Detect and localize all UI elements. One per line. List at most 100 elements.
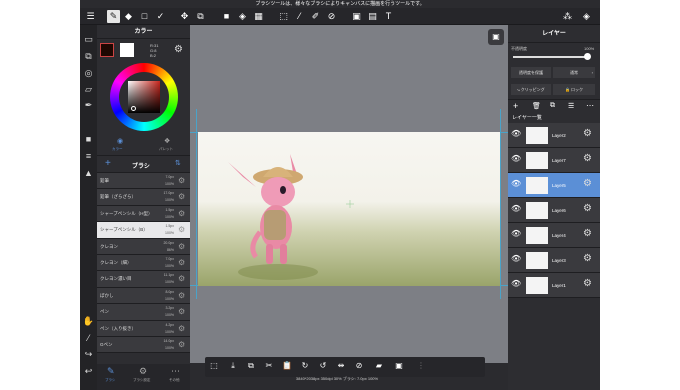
layer-row[interactable]: 👁 Layer6 ⚙ <box>508 198 600 223</box>
blend-mode-select[interactable]: 通常 › <box>553 67 595 78</box>
brush-tool-icon[interactable]: ✎ <box>107 10 120 23</box>
opacity-slider-track[interactable] <box>513 56 589 58</box>
brush-item[interactable]: 鉛筆 7.0px 100% ⚙ <box>97 173 190 190</box>
clipping-button[interactable]: ⤷ クリッピング <box>511 84 551 95</box>
layer-settings-gear-icon[interactable]: ⚙ <box>583 228 592 239</box>
visibility-eye-icon[interactable]: 👁 <box>511 254 521 263</box>
foreground-color-swatch[interactable] <box>100 43 114 57</box>
layer-panel-icon[interactable]: ▭ <box>82 33 95 46</box>
eraser-tool-icon[interactable]: ◆ <box>122 10 135 23</box>
tab-palette[interactable]: パレット <box>159 147 173 152</box>
pen-pressure-icon[interactable]: ✒ <box>82 99 95 112</box>
tab-color[interactable]: カラー <box>112 147 123 152</box>
layer-settings-gear-icon[interactable]: ⚙ <box>583 253 592 264</box>
visibility-eye-icon[interactable]: 👁 <box>511 154 521 163</box>
hand-tool-icon[interactable]: ✋ <box>82 315 95 328</box>
brush-item[interactable]: ぼかし 8.0px 100% ⚙ <box>97 287 190 305</box>
visibility-eye-icon[interactable]: 👁 <box>511 179 521 188</box>
tab-brush[interactable]: ブラシ <box>105 378 115 383</box>
gradient-tool-icon[interactable]: ▦ <box>252 10 265 23</box>
layer-row[interactable]: 👁 Layer7 ⚙ <box>508 148 600 173</box>
layer-settings-gear-icon[interactable]: ⚙ <box>583 128 592 139</box>
import-icon[interactable]: ⤓ <box>227 360 239 372</box>
brush-item[interactable]: クレヨン（細） 7.0px 100% ⚙ <box>97 254 190 272</box>
brush-gear-icon[interactable]: ⚙ <box>178 258 185 267</box>
brush-settings-tab-icon[interactable]: ⚙ <box>139 366 147 377</box>
layer-settings-gear-icon[interactable]: ⚙ <box>583 278 592 289</box>
brush-item[interactable]: 鉛筆（ざらざら） 17.0px 100% ⚙ <box>97 189 190 206</box>
brush-gear-icon[interactable]: ⚙ <box>178 242 185 251</box>
layer-list-icon[interactable]: ☰ <box>568 102 574 110</box>
color-panel-icon[interactable]: ■ <box>82 133 95 146</box>
flip-icon[interactable]: ⇹ <box>335 360 347 372</box>
select-rect-icon[interactable]: □ <box>138 10 151 23</box>
brush-gear-icon[interactable]: ⚙ <box>178 324 185 333</box>
rotate-left-icon[interactable]: ↺ <box>317 360 329 372</box>
color-wheel-tab-icon[interactable]: ◉ <box>117 137 123 145</box>
layer-settings-gear-icon[interactable]: ⚙ <box>583 153 592 164</box>
visibility-eye-icon[interactable]: 👁 <box>511 279 521 288</box>
tab-other[interactable]: その他 <box>169 378 180 383</box>
add-layer-icon[interactable]: + <box>513 101 518 111</box>
brush-item[interactable]: クレヨン濃い目 11.1px 100% ⚙ <box>97 271 190 288</box>
frame-icon[interactable]: ▣ <box>350 10 363 23</box>
save-icon[interactable]: ▣ <box>393 360 405 372</box>
brush-gear-icon[interactable]: ⚙ <box>178 291 185 300</box>
layer-row[interactable]: 👁 Layer3 ⚙ <box>508 248 600 273</box>
material-icon[interactable]: ▤ <box>366 10 379 23</box>
layer-settings-gear-icon[interactable]: ⚙ <box>583 203 592 214</box>
cut-icon[interactable]: ✂ <box>263 360 275 372</box>
brush-gear-icon[interactable]: ⚙ <box>178 176 185 185</box>
brush-gear-icon[interactable]: ⚙ <box>178 225 185 234</box>
navigator-window-icon[interactable]: ▣ <box>488 29 504 45</box>
brush-item[interactable]: クレヨン 20.0px 86% ⚙ <box>97 238 190 255</box>
lasso-fill-icon[interactable]: ⊘ <box>325 10 338 23</box>
layers-toggle-icon[interactable]: ◈ <box>580 10 593 23</box>
opacity-slider-handle[interactable] <box>584 53 591 60</box>
palette-icon[interactable]: ▲ <box>82 167 95 180</box>
material-library-icon[interactable]: ⁂ <box>561 10 574 23</box>
brush-panel-icon[interactable]: ≡ <box>82 150 95 163</box>
ruler-icon[interactable]: ▱ <box>82 83 95 96</box>
pen-select-icon[interactable]: ✐ <box>309 10 322 23</box>
brush-gear-icon[interactable]: ⚙ <box>178 209 185 218</box>
select-tool-icon[interactable]: ⬚ <box>277 10 290 23</box>
menu-icon[interactable]: ☰ <box>84 10 97 23</box>
visibility-eye-icon[interactable]: 👁 <box>511 229 521 238</box>
redo-icon[interactable]: ↪ <box>82 348 95 361</box>
brush-gear-icon[interactable]: ⚙ <box>178 307 185 316</box>
undo-icon[interactable]: ↩ <box>82 365 95 378</box>
visibility-eye-icon[interactable]: 👁 <box>511 204 521 213</box>
move-tool-icon[interactable]: ✥ <box>178 10 191 23</box>
snap-off-icon[interactable]: ⊘ <box>353 360 365 372</box>
delete-layer-icon[interactable]: 🗑 <box>532 102 541 110</box>
add-brush-icon[interactable]: + <box>105 158 111 169</box>
brush-item[interactable]: ペン（入り抜き） 4.2px 100% ⚙ <box>97 320 190 337</box>
color-picker-cursor[interactable] <box>131 106 136 111</box>
sort-icon[interactable]: ⇅ <box>175 159 181 167</box>
copy-icon[interactable]: ⧉ <box>245 360 257 372</box>
tab-brush-settings[interactable]: ブラシ設定 <box>133 378 150 383</box>
visibility-eye-icon[interactable]: 👁 <box>511 129 521 138</box>
layer-row[interactable]: 👁 Layer5 ⚙ <box>508 173 600 198</box>
duplicate-layer-icon[interactable]: ⧉ <box>550 102 555 110</box>
fill-color-icon[interactable]: ■ <box>220 10 233 23</box>
navigator-icon[interactable]: ⧉ <box>82 50 95 63</box>
brush-item[interactable]: ペン 3.2px 100% ⚙ <box>97 304 190 321</box>
more-tab-icon[interactable]: ⋯ <box>171 366 180 377</box>
transform-tool-icon[interactable]: ⧉ <box>194 10 207 23</box>
protect-alpha-button[interactable]: 透明度を保護 <box>511 67 551 78</box>
brush-gear-icon[interactable]: ⚙ <box>178 192 185 201</box>
brush-gear-icon[interactable]: ⚙ <box>178 340 185 349</box>
palette-tab-icon[interactable]: ❖ <box>164 137 170 145</box>
saturation-value-square[interactable] <box>128 81 160 113</box>
brush-item[interactable]: Gペン 14.0px 100% ⚙ <box>97 336 190 354</box>
layer-row[interactable]: 👁 Layer1 ⚙ <box>508 273 600 298</box>
layer-settings-gear-icon[interactable]: ⚙ <box>583 178 592 189</box>
text-tool-icon[interactable]: T <box>382 10 395 23</box>
artwork-canvas[interactable] <box>198 132 500 286</box>
select-clear-icon[interactable]: ✓ <box>154 10 167 23</box>
canvas-area[interactable]: ▣ <box>190 25 508 363</box>
edit-icon[interactable]: ▰ <box>373 360 385 372</box>
snap-icon[interactable]: ◎ <box>82 67 95 80</box>
